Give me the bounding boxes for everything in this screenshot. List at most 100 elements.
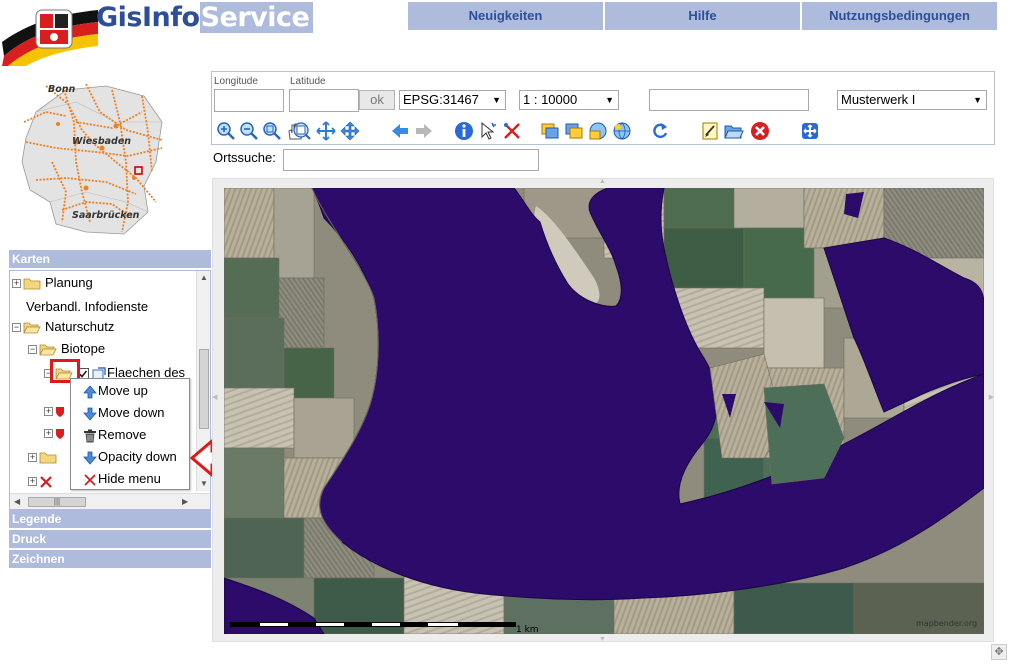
frame-arrow-down-icon[interactable]: ▼ xyxy=(599,636,606,643)
scale-select[interactable]: 1 : 10000 ▼ xyxy=(519,90,619,110)
chevron-down-icon: ▼ xyxy=(492,95,501,105)
tree-item-hidden-2[interactable]: + xyxy=(44,423,65,443)
tree-item-planung[interactable]: + Planung xyxy=(12,273,93,293)
menu-move-up[interactable]: Move up xyxy=(83,381,148,401)
frame-arrow-right-icon[interactable]: ▶ xyxy=(989,393,994,401)
scale-bar-label: 1 km xyxy=(516,625,539,634)
accordion-karten[interactable]: Karten xyxy=(9,250,211,268)
scroll-up-icon[interactable]: ▲ xyxy=(200,273,208,282)
select-feature-icon[interactable] xyxy=(478,121,498,141)
arrow-down-icon xyxy=(83,451,97,465)
longitude-input[interactable] xyxy=(214,89,284,112)
brand-part1: GisInfo xyxy=(96,2,200,33)
zoom-full-icon[interactable] xyxy=(292,121,312,141)
back-arrow-icon[interactable] xyxy=(390,121,410,141)
zoom-in-icon[interactable] xyxy=(216,121,236,141)
scroll-left-icon[interactable]: ◀ xyxy=(14,497,20,506)
menu-move-down[interactable]: Move down xyxy=(83,403,164,423)
collapse-icon[interactable]: − xyxy=(28,345,37,355)
close-icon xyxy=(84,473,96,486)
folder-icon xyxy=(23,278,41,290)
tree-item-biotope[interactable]: − Biotope xyxy=(28,339,105,359)
nav-neuigkeiten[interactable]: Neuigkeiten xyxy=(408,2,603,30)
project-select[interactable]: Musterwerk I ▼ xyxy=(837,90,987,110)
expand-icon[interactable]: + xyxy=(12,279,21,289)
move-map-icon[interactable] xyxy=(340,121,360,141)
tree-item-hidden-3[interactable]: + xyxy=(28,447,61,467)
epsg-value: EPSG:31467 xyxy=(403,92,479,107)
tree-label-biotope: Biotope xyxy=(61,341,106,356)
scale-bar xyxy=(230,622,516,627)
accordion-druck[interactable]: Druck xyxy=(9,530,211,548)
tree-label-naturschutz: Naturschutz xyxy=(45,319,115,334)
clear-selection-icon[interactable] xyxy=(502,121,522,141)
accordion-zeichnen[interactable]: Zeichnen xyxy=(9,550,211,568)
chevron-down-icon: ▼ xyxy=(973,95,982,105)
menu-remove[interactable]: Remove xyxy=(83,425,146,445)
scroll-thumb[interactable]: ||| xyxy=(28,497,86,507)
trash-icon xyxy=(84,429,96,443)
arrow-up-icon xyxy=(83,384,97,398)
menu-label: Hide menu xyxy=(98,471,161,486)
reload-icon[interactable] xyxy=(650,121,670,141)
tree-item-verbandl[interactable]: Verbandl. Infodienste xyxy=(26,297,148,317)
scroll-down-icon[interactable]: ▼ xyxy=(200,479,208,488)
overview-map[interactable]: Bonn Wiesbaden Saarbrücken xyxy=(16,82,166,238)
expand-icon[interactable]: + xyxy=(44,429,53,439)
frame-arrow-left-icon[interactable]: ◀ xyxy=(212,393,217,401)
layer-cross-icon xyxy=(40,475,52,488)
menu-opacity-down[interactable]: Opacity down xyxy=(83,447,177,467)
expand-icon[interactable]: + xyxy=(28,453,37,463)
latitude-input[interactable] xyxy=(289,89,359,112)
layer-shield-icon xyxy=(56,406,64,417)
zoom-out-icon[interactable] xyxy=(239,121,259,141)
ortssuche-input[interactable] xyxy=(283,149,539,171)
menu-label: Move up xyxy=(98,383,148,398)
longitude-label: Longitude xyxy=(214,76,258,87)
tree-item-hidden-4[interactable]: + xyxy=(28,471,53,491)
accordion-legende[interactable]: Legende xyxy=(9,510,211,528)
zoom-box-icon[interactable] xyxy=(262,121,282,141)
layer-add-icon[interactable] xyxy=(540,121,560,141)
wms-globe-icon[interactable] xyxy=(612,121,632,141)
folder-open-icon xyxy=(23,322,41,334)
folder-icon xyxy=(39,452,57,464)
scale-value: 1 : 10000 xyxy=(523,92,578,107)
edit-notes-icon[interactable] xyxy=(700,121,720,141)
expand-map-icon[interactable] xyxy=(800,121,820,141)
menu-label: Move down xyxy=(98,405,165,420)
brand-part2: Service xyxy=(199,2,314,33)
layer-context-menu: Move up Move down Remove Opacity down Hi… xyxy=(70,378,190,490)
collapse-icon[interactable]: − xyxy=(12,323,21,333)
expand-icon[interactable]: + xyxy=(44,407,53,417)
map-watermark: mapbender.org xyxy=(916,619,977,628)
ortssuche-label: Ortssuche: xyxy=(213,150,276,165)
menu-label: Opacity down xyxy=(98,449,177,464)
layer-manage-icon[interactable] xyxy=(564,121,584,141)
tree-horizontal-scrollbar[interactable]: ◀ ||| ▶ xyxy=(10,493,210,509)
layer-shield-icon xyxy=(56,428,64,439)
epsg-select[interactable]: EPSG:31467 ▼ xyxy=(399,90,506,110)
scroll-right-icon[interactable]: ▶ xyxy=(182,497,188,506)
nav-nutzungsbedingungen[interactable]: Nutzungsbedingungen xyxy=(800,2,997,30)
expand-icon[interactable]: + xyxy=(28,477,37,487)
map-resize-icon[interactable]: ✥ xyxy=(991,644,1007,660)
coordinate-display-input[interactable] xyxy=(649,89,809,111)
zoom-to-center-icon[interactable] xyxy=(316,121,336,141)
scroll-thumb[interactable] xyxy=(199,349,209,429)
open-folder-icon[interactable] xyxy=(724,121,744,141)
wms-load-icon[interactable] xyxy=(588,121,608,141)
frame-arrow-up-icon[interactable]: ▲ xyxy=(599,178,606,185)
exit-icon[interactable] xyxy=(750,121,770,141)
ok-button[interactable]: ok xyxy=(359,90,395,110)
folder-open-icon xyxy=(39,344,57,356)
forward-arrow-icon[interactable] xyxy=(414,121,434,141)
map-canvas[interactable]: 1 km mapbender.org xyxy=(224,188,984,634)
latitude-label: Latitude xyxy=(290,76,326,87)
tree-item-hidden-1[interactable]: + xyxy=(44,401,65,421)
info-icon[interactable] xyxy=(454,121,474,141)
rlp-flag-logo xyxy=(2,9,98,66)
tree-item-naturschutz[interactable]: − Naturschutz xyxy=(12,317,114,337)
menu-hide[interactable]: Hide menu xyxy=(83,469,161,489)
nav-hilfe[interactable]: Hilfe xyxy=(603,2,800,30)
